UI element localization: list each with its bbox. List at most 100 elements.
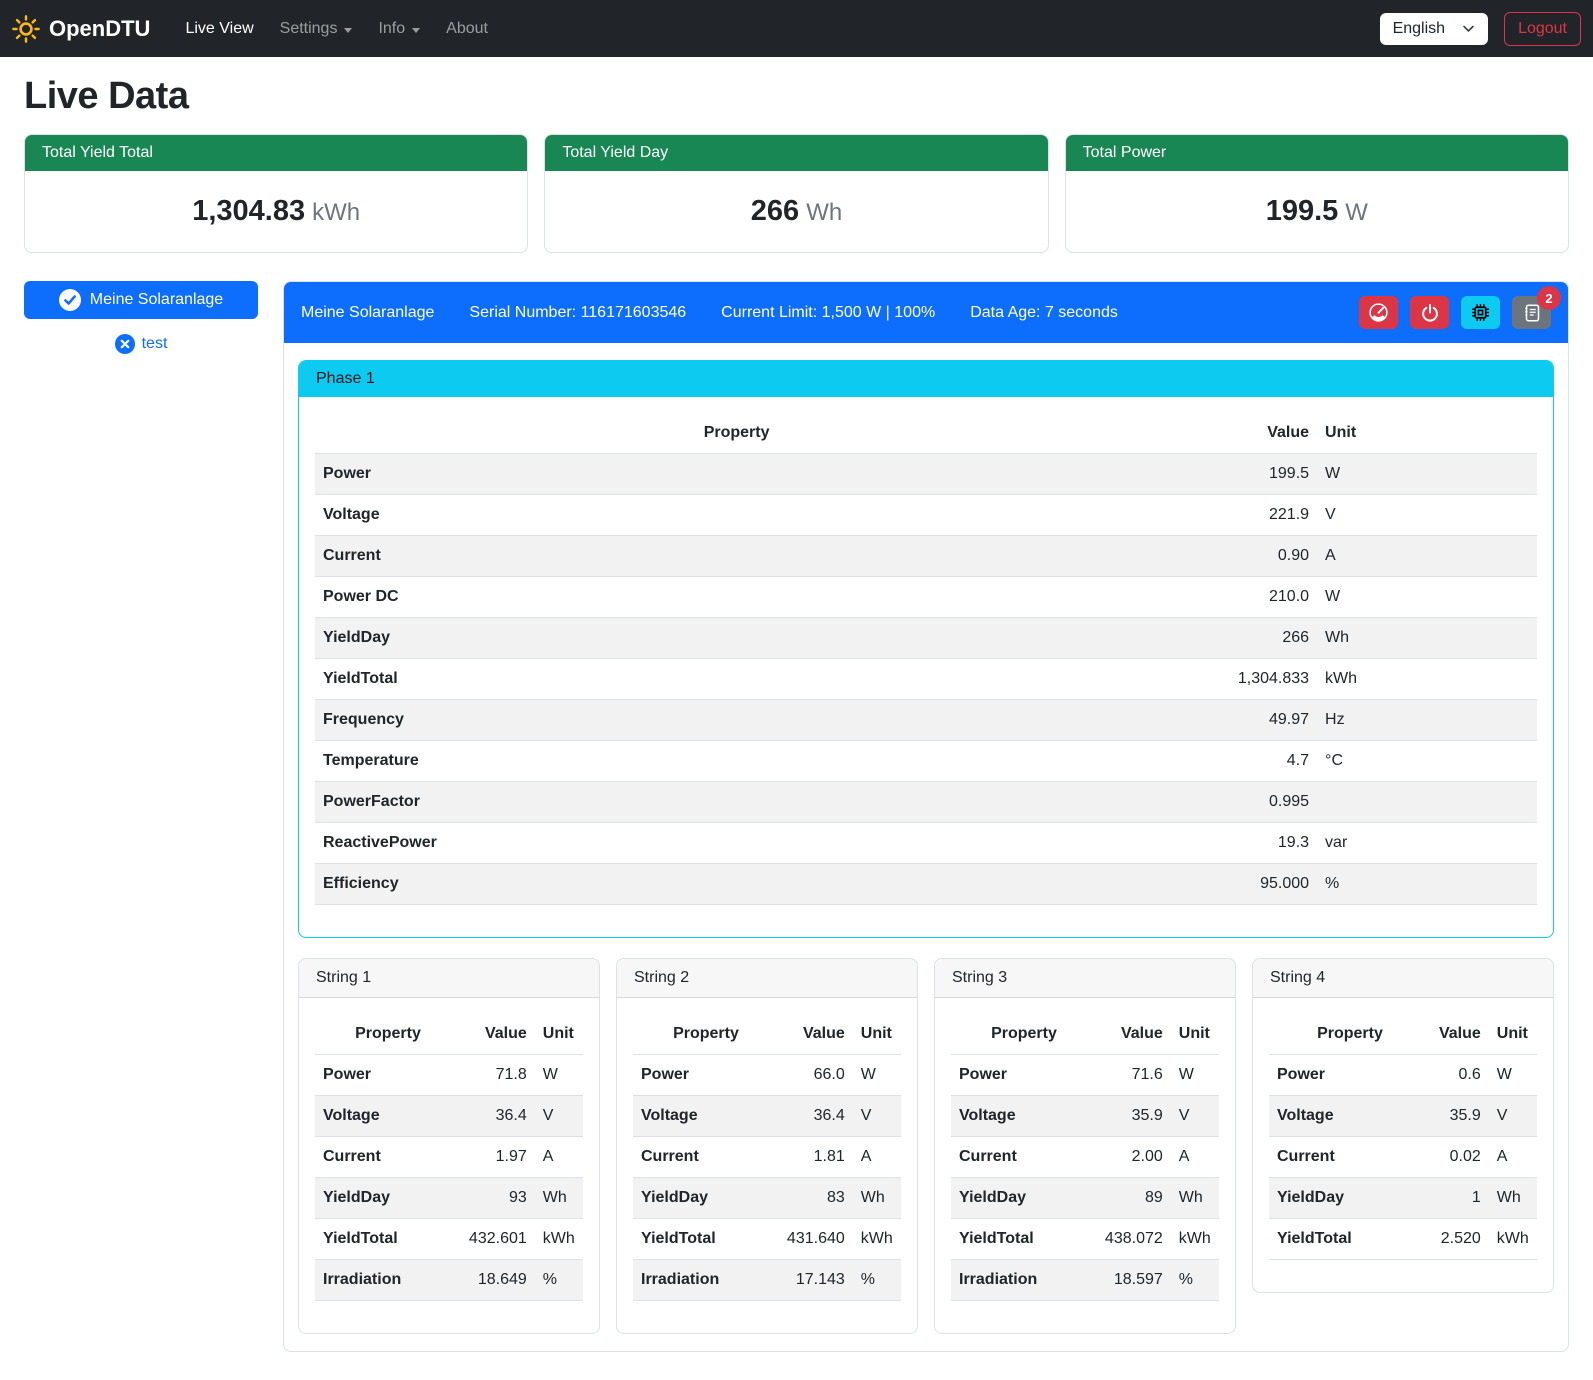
property-cell: YieldDay <box>315 618 1158 659</box>
property-cell: Power DC <box>315 577 1158 618</box>
property-cell: Current <box>633 1137 779 1178</box>
value-cell: 432.601 <box>461 1219 535 1260</box>
value-cell: 221.9 <box>1158 495 1317 536</box>
value-cell: 36.4 <box>461 1096 535 1137</box>
string-4-table: Property Value Unit Power0.6WVoltage35.9… <box>1269 1014 1537 1260</box>
property-cell: Current <box>951 1137 1097 1178</box>
table-row: YieldTotal431.640kWh <box>633 1219 901 1260</box>
table-row: Temperature4.7°C <box>315 741 1537 782</box>
unit-cell: V <box>1317 495 1537 536</box>
value-cell: 0.6 <box>1431 1055 1489 1096</box>
logout-button[interactable]: Logout <box>1504 12 1581 46</box>
nav-link-live-view[interactable]: Live View <box>172 12 266 46</box>
inverter-actions: 2 <box>1359 296 1551 329</box>
sun-icon <box>12 15 40 43</box>
property-cell: YieldDay <box>1269 1178 1431 1219</box>
table-row: YieldTotal2.520kWh <box>1269 1219 1537 1260</box>
property-cell: Power <box>315 1055 461 1096</box>
limit-settings-button[interactable] <box>1359 296 1398 329</box>
phase-1-card: Phase 1 Property Value Unit <box>298 360 1554 938</box>
property-cell: Voltage <box>1269 1096 1431 1137</box>
value-cell: 438.072 <box>1097 1219 1171 1260</box>
nav-link-settings[interactable]: Settings <box>267 12 366 46</box>
column-header-unit: Unit <box>1489 1014 1537 1055</box>
table-row: Voltage36.4V <box>633 1096 901 1137</box>
power-button[interactable] <box>1410 296 1449 329</box>
unit-cell: Wh <box>535 1178 583 1219</box>
value-cell: 0.02 <box>1431 1137 1489 1178</box>
inverter-card-header: Meine Solaranlage Serial Number: 1161716… <box>284 282 1568 343</box>
table-row: YieldDay89Wh <box>951 1178 1219 1219</box>
property-cell: Voltage <box>315 495 1158 536</box>
table-row: Power199.5W <box>315 454 1537 495</box>
table-row: YieldDay83Wh <box>633 1178 901 1219</box>
summary-card-body: 266Wh <box>545 171 1047 252</box>
value-cell: 1,304.833 <box>1158 659 1317 700</box>
value-cell: 49.97 <box>1158 700 1317 741</box>
summary-unit: kWh <box>312 199 360 226</box>
value-cell: 4.7 <box>1158 741 1317 782</box>
inverter-serial: Serial Number: 116171603546 <box>469 304 686 322</box>
unit-cell <box>1317 782 1537 823</box>
value-cell: 0.995 <box>1158 782 1317 823</box>
event-log-button[interactable]: 2 <box>1512 296 1551 329</box>
inverter-card-body: Phase 1 Property Value Unit <box>284 343 1568 1351</box>
unit-cell: % <box>1171 1260 1219 1301</box>
value-cell: 66.0 <box>779 1055 853 1096</box>
summary-card-total-yield-total: Total Yield Total 1,304.83kWh <box>24 134 528 253</box>
top-navbar: OpenDTU Live View Settings Info About En… <box>0 0 1593 57</box>
column-header-property: Property <box>1269 1014 1431 1055</box>
summary-card-total-yield-day: Total Yield Day 266Wh <box>544 134 1048 253</box>
table-row: Irradiation18.597% <box>951 1260 1219 1301</box>
property-cell: Current <box>1269 1137 1431 1178</box>
inverter-sidebar: Meine Solaranlage test <box>24 281 258 354</box>
column-header-unit: Unit <box>1171 1014 1219 1055</box>
string-1-table: Property Value Unit Power71.8WVoltage36.… <box>315 1014 583 1301</box>
summary-unit: W <box>1345 199 1368 226</box>
column-header-value: Value <box>1097 1014 1171 1055</box>
property-cell: Efficiency <box>315 864 1158 905</box>
language-selected-value: English <box>1393 20 1445 38</box>
unit-cell: W <box>1317 577 1537 618</box>
table-header-row: Property Value Unit <box>951 1014 1219 1055</box>
brand[interactable]: OpenDTU <box>12 15 150 43</box>
main-panel: Meine Solaranlage Serial Number: 1161716… <box>283 281 1569 1352</box>
table-row: Frequency49.97Hz <box>315 700 1537 741</box>
value-cell: 1.81 <box>779 1137 853 1178</box>
column-header-property: Property <box>951 1014 1097 1055</box>
language-select[interactable]: English <box>1380 13 1488 45</box>
unit-cell: Wh <box>1171 1178 1219 1219</box>
string-4-card: String 4 Property Value Unit <box>1252 958 1554 1293</box>
inverter-select-button[interactable]: Meine Solaranlage <box>24 281 258 319</box>
check-circle-icon <box>59 289 81 311</box>
table-row: Power66.0W <box>633 1055 901 1096</box>
nav-link-about[interactable]: About <box>433 12 501 46</box>
string-3-title: String 3 <box>935 959 1235 998</box>
inverter-item-test[interactable]: test <box>24 334 258 354</box>
property-cell: Frequency <box>315 700 1158 741</box>
unit-cell: kWh <box>535 1219 583 1260</box>
property-cell: Current <box>315 1137 461 1178</box>
nav-link-info[interactable]: Info <box>365 12 433 46</box>
journal-icon <box>1522 303 1542 323</box>
column-header-property: Property <box>315 413 1158 454</box>
string-2-card: String 2 Property Value Unit <box>616 958 918 1334</box>
column-header-value: Value <box>779 1014 853 1055</box>
unit-cell: kWh <box>853 1219 901 1260</box>
value-cell: 2.520 <box>1431 1219 1489 1260</box>
value-cell: 93 <box>461 1178 535 1219</box>
table-row: Current0.02A <box>1269 1137 1537 1178</box>
summary-value: 266 <box>751 195 799 227</box>
table-header-row: Property Value Unit <box>1269 1014 1537 1055</box>
value-cell: 199.5 <box>1158 454 1317 495</box>
table-row: YieldTotal438.072kWh <box>951 1219 1219 1260</box>
property-cell: Power <box>633 1055 779 1096</box>
nav-links: Live View Settings Info About <box>172 12 501 46</box>
property-cell: YieldTotal <box>633 1219 779 1260</box>
column-header-value: Value <box>1158 413 1317 454</box>
unit-cell: Hz <box>1317 700 1537 741</box>
inverter-select-label: Meine Solaranlage <box>90 291 223 309</box>
device-info-button[interactable] <box>1461 296 1500 329</box>
unit-cell: A <box>1171 1137 1219 1178</box>
table-row: Irradiation18.649% <box>315 1260 583 1301</box>
